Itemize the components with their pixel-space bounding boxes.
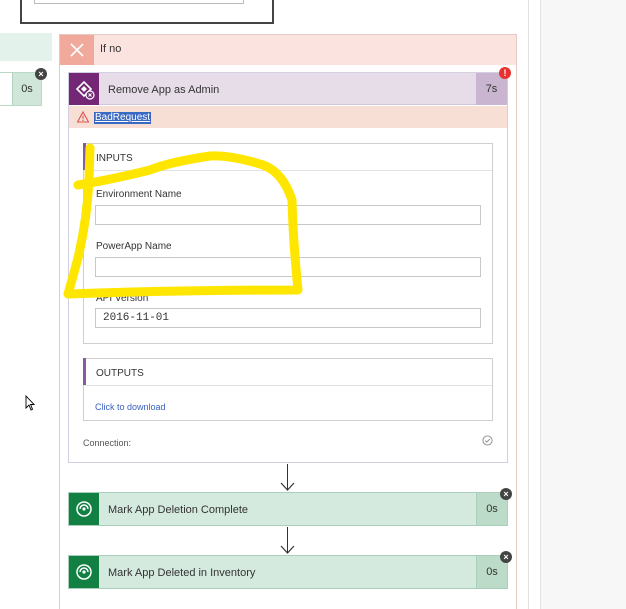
right-side-panel (540, 0, 626, 609)
api-version-field[interactable]: 2016-11-01 (95, 308, 481, 328)
outputs-divider (84, 385, 492, 386)
arrow-down-icon (280, 545, 295, 554)
highlight-scribble (63, 143, 303, 299)
check-circle-icon (482, 435, 493, 446)
error-code[interactable]: BadRequest (94, 112, 152, 124)
error-icon: ! (499, 67, 511, 79)
download-outputs-link[interactable]: Click to download (95, 402, 166, 412)
if-yes-branch-header[interactable] (0, 33, 52, 61)
outputs-header: OUTPUTS (96, 368, 144, 379)
if-no-label: If no (100, 43, 122, 55)
cursor-icon (25, 395, 35, 411)
canvas-divider (528, 0, 529, 609)
close-icon (60, 35, 94, 65)
close-icon[interactable]: × (35, 68, 47, 80)
previous-step-inner (34, 0, 244, 4)
dataverse-icon (69, 556, 99, 588)
close-icon[interactable]: × (500, 551, 512, 563)
close-icon[interactable]: × (500, 488, 512, 500)
mark-deletion-complete-title: Mark App Deletion Complete (108, 504, 249, 516)
connection-label: Connection: (83, 438, 132, 448)
warning-icon (77, 111, 89, 123)
powerapps-icon (69, 73, 99, 105)
arrow-down-icon (280, 482, 295, 491)
mark-deleted-inventory-title: Mark App Deleted in Inventory (108, 567, 256, 579)
outputs-accent (83, 358, 86, 385)
if-no-header[interactable] (60, 35, 516, 65)
dataverse-icon (69, 493, 99, 525)
remove-app-action-title: Remove App as Admin (108, 84, 220, 96)
